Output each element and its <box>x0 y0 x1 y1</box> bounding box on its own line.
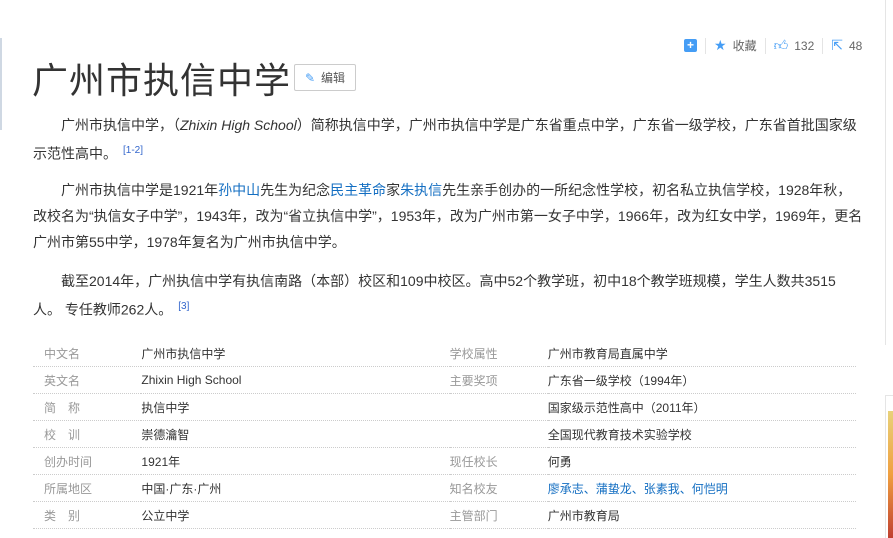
infobox-row: 类 别公立中学 主管部门 广州市教育局 <box>33 501 856 529</box>
infobox-label: 主管部门 <box>449 501 548 529</box>
toolbar: + ★ 收藏 👍︎ 132 ⇱ 48 <box>684 37 862 54</box>
infobox-label: 创办时间 <box>33 447 142 475</box>
infobox-value: Zhixin High School <box>141 366 450 394</box>
infobox-label: 中文名 <box>33 340 142 367</box>
infobox-label: 知名校友 <box>449 474 548 502</box>
add-icon[interactable]: + <box>684 39 697 52</box>
infobox: 中文名 广州市执信中学 学校属性 广州市教育局直属中学 英文名 Zhixin High S… <box>33 340 856 529</box>
text: 家 <box>386 182 401 198</box>
pencil-icon: ✎ <box>304 70 316 85</box>
paragraph-intro: 广州市执信中学，（Zhixin High School）简称执信中学，广州市执信… <box>33 112 863 167</box>
text: 广州市执信中学是1921年 <box>61 182 219 198</box>
infobox-value: 全国现代教育技术实验学校 <box>547 420 856 448</box>
link-democratic-revolution[interactable]: 民主革命 <box>330 182 386 198</box>
infobox-row: 英文名 Zhixin High School 主要奖项 广东省一级学校（1994年） <box>33 366 856 394</box>
infobox-value: 公立中学 <box>141 501 450 529</box>
infobox-value: 国家级示范性高中（2011年） <box>547 393 856 421</box>
sidebar-image-card <box>885 395 893 538</box>
edit-label: 编辑 <box>321 71 346 85</box>
collect-button[interactable]: 收藏 <box>733 37 757 54</box>
left-border <box>0 38 2 130</box>
text: 先生为纪念 <box>260 182 331 198</box>
infobox-label: 主要奖项 <box>449 366 548 394</box>
infobox-label: 类 别 <box>33 501 142 529</box>
infobox-value: 崇德瀹智 <box>141 420 450 448</box>
paragraph-history: 广州市执信中学是1921年孙中山先生为纪念民主革命家朱执信先生亲手创办的一所纪念… <box>33 177 863 255</box>
infobox-value: 1921年 <box>141 447 450 475</box>
share-count: 48 <box>848 38 863 53</box>
infobox-value: 执信中学 <box>141 393 450 421</box>
infobox-value[interactable]: 廖承志、蒲蛰龙、张素我、何恺明 <box>547 474 856 502</box>
infobox-label: 英文名 <box>33 366 142 394</box>
infobox-label <box>449 393 548 421</box>
link-sun-zhongshan[interactable]: 孙中山 <box>218 182 260 198</box>
infobox-row: 校 训崇德瀹智 全国现代教育技术实验学校 <box>33 420 856 448</box>
infobox-value: 广州市教育局 <box>547 501 856 529</box>
reference-link[interactable]: [3] <box>178 301 189 312</box>
text: 广州市执信中学，（ <box>61 117 180 133</box>
infobox-row: 创办时间 1921年 现任校长 何勇 <box>33 447 856 475</box>
reference-link[interactable]: [1-2] <box>123 145 143 156</box>
infobox-label: 学校属性 <box>449 340 548 367</box>
text: 截至2014年，广州执信中学有执信南路（本部）校区和109中校区。高中52个教学… <box>33 273 836 318</box>
sidebar-card <box>885 0 893 345</box>
infobox-row: 所属地区 中国·广东·广州 知名校友 廖承志、蒲蛰龙、张素我、何恺明 <box>33 474 856 502</box>
page-title: 广州市执信中学 <box>32 60 292 101</box>
infobox-label: 所属地区 <box>33 474 142 502</box>
infobox-label <box>449 420 548 448</box>
infobox-value: 中国·广东·广州 <box>141 474 450 502</box>
infobox-value: 何勇 <box>547 447 856 475</box>
infobox-label: 简 称 <box>33 393 142 421</box>
sidebar-image <box>888 411 893 538</box>
infobox-value: 广州市教育局直属中学 <box>547 340 856 367</box>
star-icon[interactable]: ★ <box>714 37 727 54</box>
infobox-value: 广州市执信中学 <box>141 340 450 367</box>
infobox-row: 中文名 广州市执信中学 学校属性 广州市教育局直属中学 <box>33 340 856 367</box>
like-count: 132 <box>794 38 815 53</box>
share-icon[interactable]: ⇱ <box>831 37 843 54</box>
english-name: Zhixin High School <box>180 117 297 133</box>
infobox-label: 现任校长 <box>449 447 548 475</box>
infobox-row: 简 称执信中学 国家级示范性高中（2011年） <box>33 393 856 421</box>
infobox-label: 校 训 <box>33 420 142 448</box>
edit-button[interactable]: ✎ 编辑 <box>294 64 356 91</box>
thumbs-up-icon[interactable]: 👍︎ <box>774 37 789 54</box>
link-zhu-zhixin[interactable]: 朱执信 <box>400 182 442 198</box>
paragraph-stats: 截至2014年，广州执信中学有执信南路（本部）校区和109中校区。高中52个教学… <box>33 268 863 323</box>
infobox-value: 广东省一级学校（1994年） <box>547 366 856 394</box>
